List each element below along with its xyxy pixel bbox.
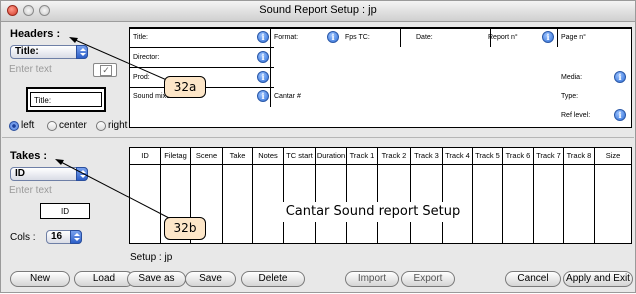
apply-and-exit-button[interactable]: Apply and Exit [563, 271, 633, 287]
arrowhead-icon [69, 37, 78, 43]
cancel-button[interactable]: Cancel [505, 271, 561, 287]
new-button[interactable]: New [10, 271, 70, 287]
callout-32b: 32b [164, 217, 206, 240]
save-as-button[interactable]: Save as [127, 271, 186, 287]
sound-report-setup-window: Sound Report Setup : jp Headers : Title:… [0, 0, 636, 293]
callout-pointers [55, 37, 170, 219]
load-button[interactable]: Load [74, 271, 134, 287]
callout-32a-pointer [72, 38, 170, 82]
import-button[interactable]: Import [345, 271, 399, 287]
export-button[interactable]: Export [401, 271, 455, 287]
callout-32b-pointer [58, 160, 170, 219]
save-button[interactable]: Save [185, 271, 236, 287]
callout-32a: 32a [164, 76, 206, 98]
arrowhead-icon [55, 159, 64, 165]
delete-button[interactable]: Delete [241, 271, 305, 287]
